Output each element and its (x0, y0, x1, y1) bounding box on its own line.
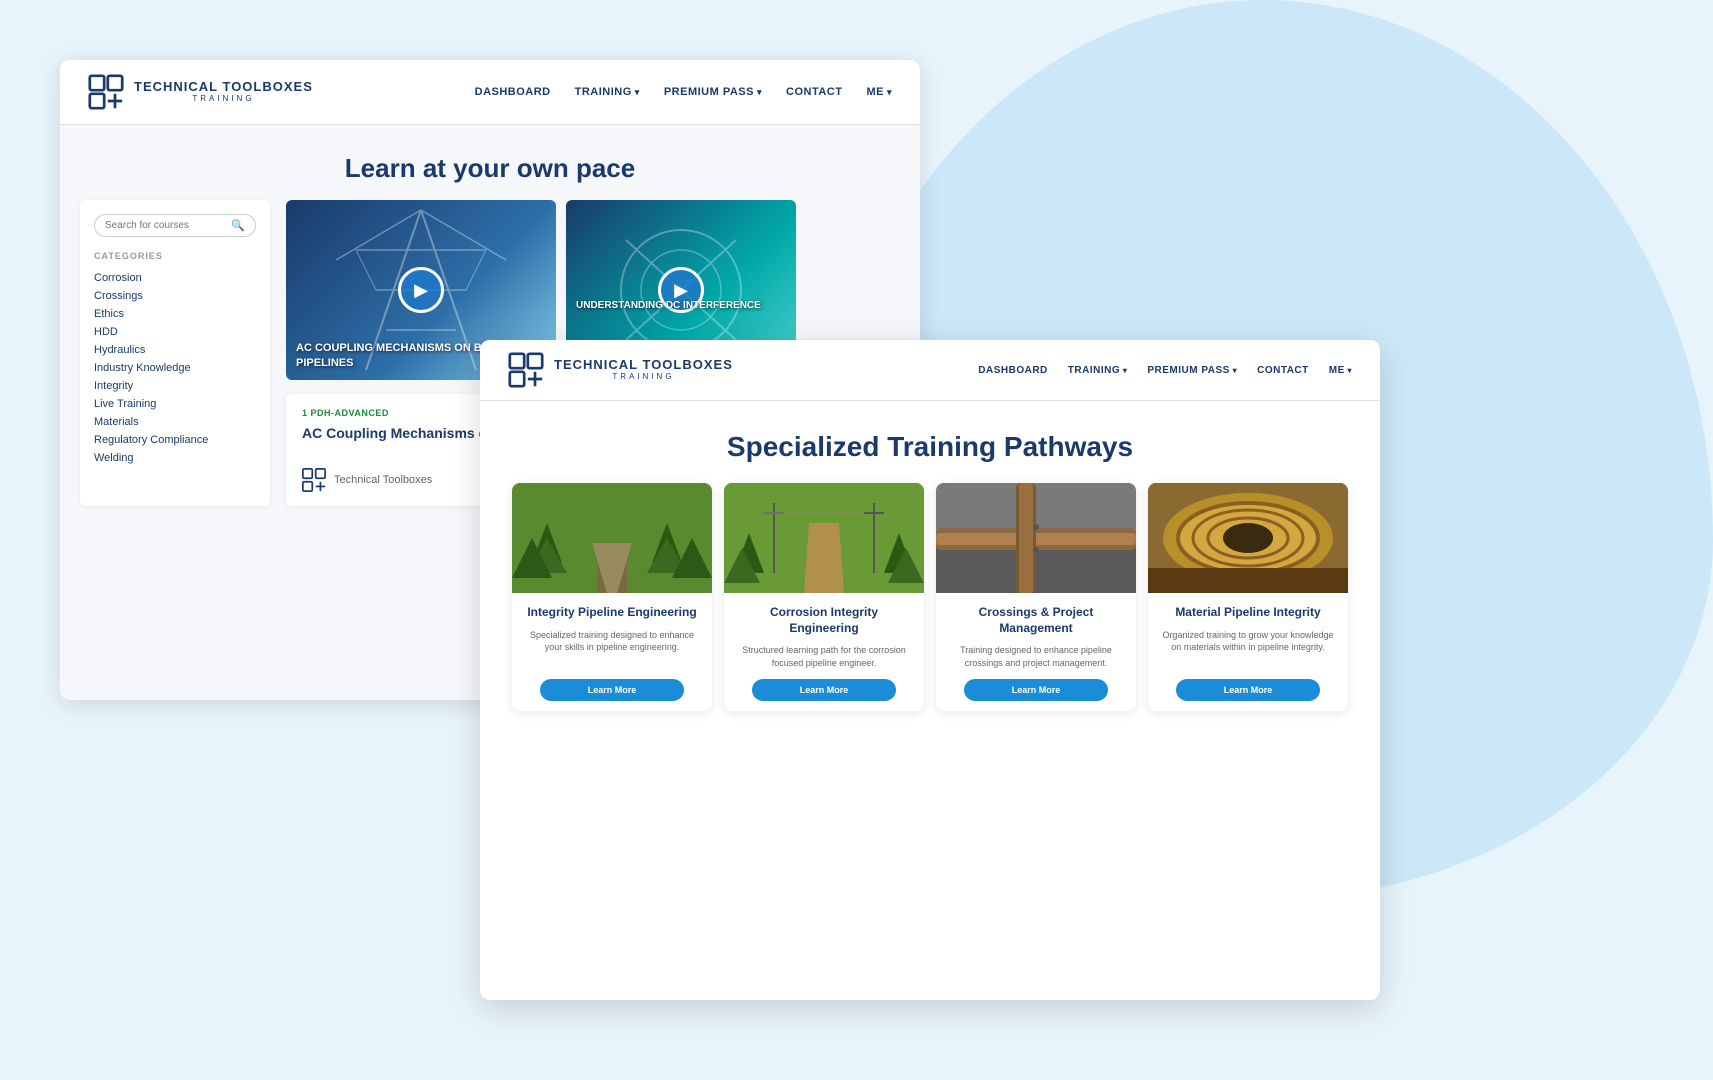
search-box[interactable]: 🔍 (94, 214, 256, 237)
pathway-integrity-body: Integrity Pipeline Engineering Specializ… (512, 593, 712, 711)
pathway-corrosion-btn[interactable]: Learn More (752, 679, 896, 701)
front-nav-contact[interactable]: CONTACT (1257, 365, 1309, 376)
nav-me[interactable]: ME (866, 86, 892, 98)
category-live-training[interactable]: Live Training (94, 395, 256, 413)
front-header: TECHNICAL TOOLBOXES TRAINING DASHBOARD T… (480, 340, 1380, 401)
logo-text-block: TECHNICAL TOOLBOXES TRAINING (134, 80, 313, 103)
logo-area: TECHNICAL TOOLBOXES TRAINING (88, 74, 313, 110)
pathway-material: Material Pipeline Integrity Organized tr… (1148, 483, 1348, 711)
pathway-corrosion-body: Corrosion Integrity Engineering Structur… (724, 593, 924, 711)
front-hero: Specialized Training Pathways (480, 401, 1380, 483)
provider-logo-icon (302, 468, 326, 492)
front-logo-text-main: TECHNICAL TOOLBOXES (554, 358, 733, 372)
front-nav-me[interactable]: ME (1329, 365, 1352, 376)
nav-contact[interactable]: CONTACT (786, 86, 842, 98)
pathway-forest-img (512, 483, 712, 593)
category-corrosion[interactable]: Corrosion (94, 269, 256, 287)
pathway-metal-img (1148, 483, 1348, 593)
sidebar: 🔍 CATEGORIES Corrosion Crossings Ethics … (80, 200, 270, 506)
thumb-title-2: UNDERSTANDING DC INTERFERENCE (576, 299, 786, 312)
pathway-crossings-body: Crossings & Project Management Training … (936, 593, 1136, 711)
categories-list: Corrosion Crossings Ethics HDD Hydraulic… (94, 269, 256, 467)
front-nav-training[interactable]: TRAINING (1068, 365, 1128, 376)
pathway-crossings-btn[interactable]: Learn More (964, 679, 1108, 701)
forest-svg (512, 483, 712, 593)
pathway-corrosion-title: Corrosion Integrity Engineering (734, 605, 914, 636)
pathway-crossings: Crossings & Project Management Training … (936, 483, 1136, 711)
front-nav-dashboard[interactable]: DASHBOARD (978, 365, 1048, 376)
front-nav-premium-pass[interactable]: PREMIUM PASS (1147, 365, 1237, 376)
front-logo-text-sub: TRAINING (554, 373, 733, 382)
category-crossings[interactable]: Crossings (94, 287, 256, 305)
pathway-material-title: Material Pipeline Integrity (1158, 605, 1338, 621)
nav-premium-pass[interactable]: PREMIUM PASS (664, 86, 762, 98)
category-hdd[interactable]: HDD (94, 323, 256, 341)
categories-label: CATEGORIES (94, 251, 256, 261)
pathway-material-btn[interactable]: Learn More (1176, 679, 1320, 701)
back-hero-title: Learn at your own pace (80, 153, 900, 184)
front-nav: DASHBOARD TRAINING PREMIUM PASS CONTACT … (978, 365, 1352, 376)
category-hydraulics[interactable]: Hydraulics (94, 341, 256, 359)
metal-svg (1148, 483, 1348, 593)
category-industry-knowledge[interactable]: Industry Knowledge (94, 359, 256, 377)
back-nav: DASHBOARD TRAINING PREMIUM PASS CONTACT … (475, 86, 892, 98)
pathway-corrosion-desc: Structured learning path for the corrosi… (734, 644, 914, 669)
logo-text-main: TECHNICAL TOOLBOXES (134, 80, 313, 94)
back-header: TECHNICAL TOOLBOXES TRAINING DASHBOARD T… (60, 60, 920, 125)
search-input[interactable] (105, 220, 231, 231)
pathway-crossings-title: Crossings & Project Management (946, 605, 1126, 636)
pathway-material-desc: Organized training to grow your knowledg… (1158, 629, 1338, 670)
front-hero-title: Specialized Training Pathways (500, 431, 1360, 463)
provider-name: Technical Toolboxes (334, 474, 432, 486)
category-welding[interactable]: Welding (94, 449, 256, 467)
pathway-integrity-title: Integrity Pipeline Engineering (522, 605, 702, 621)
pathway-road-img (724, 483, 924, 593)
front-logo-area: TECHNICAL TOOLBOXES TRAINING (508, 352, 733, 388)
front-logo-text-block: TECHNICAL TOOLBOXES TRAINING (554, 358, 733, 381)
pathway-integrity-btn[interactable]: Learn More (540, 679, 684, 701)
pathway-integrity: Integrity Pipeline Engineering Specializ… (512, 483, 712, 711)
category-materials[interactable]: Materials (94, 413, 256, 431)
pathway-pipes-img (936, 483, 1136, 593)
logo-text-sub: TRAINING (134, 95, 313, 104)
pathway-integrity-desc: Specialized training designed to enhance… (522, 629, 702, 670)
back-hero: Learn at your own pace (60, 125, 920, 200)
pathway-crossings-desc: Training designed to enhance pipeline cr… (946, 644, 1126, 669)
nav-dashboard[interactable]: DASHBOARD (475, 86, 551, 98)
road-svg (724, 483, 924, 593)
logo-icon (88, 74, 124, 110)
pathway-material-body: Material Pipeline Integrity Organized tr… (1148, 593, 1348, 711)
nav-training[interactable]: TRAINING (575, 86, 640, 98)
page-container: TECHNICAL TOOLBOXES TRAINING DASHBOARD T… (0, 0, 1713, 1080)
play-button-1[interactable]: ▶ (398, 267, 444, 313)
category-ethics[interactable]: Ethics (94, 305, 256, 323)
front-logo-icon (508, 352, 544, 388)
pathway-grid: Integrity Pipeline Engineering Specializ… (480, 483, 1380, 731)
search-icon[interactable]: 🔍 (231, 219, 245, 232)
pipes-svg (936, 483, 1136, 593)
card-front: TECHNICAL TOOLBOXES TRAINING DASHBOARD T… (480, 340, 1380, 1000)
category-integrity[interactable]: Integrity (94, 377, 256, 395)
pathway-corrosion: Corrosion Integrity Engineering Structur… (724, 483, 924, 711)
category-regulatory-compliance[interactable]: Regulatory Compliance (94, 431, 256, 449)
